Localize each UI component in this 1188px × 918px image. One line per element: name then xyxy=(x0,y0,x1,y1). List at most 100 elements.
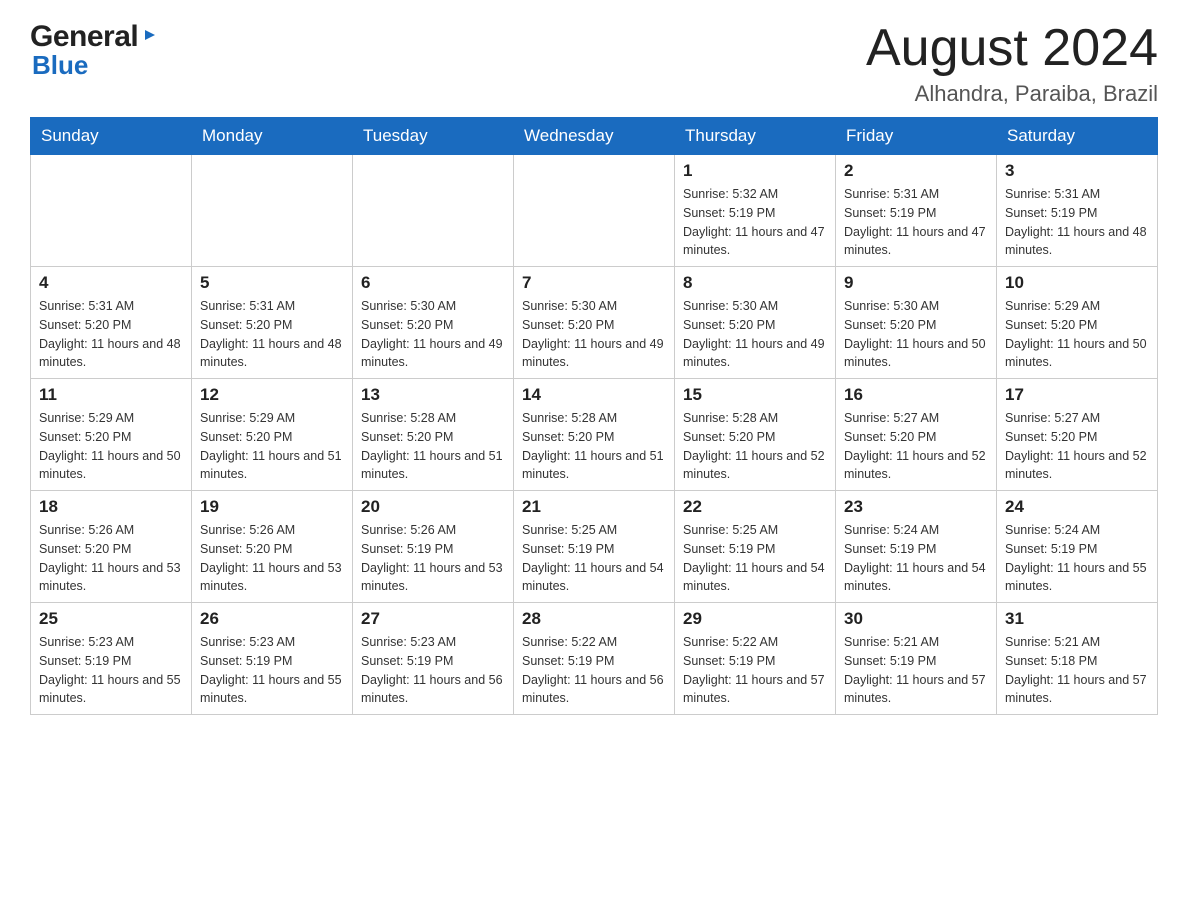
logo-arrow-icon xyxy=(141,26,159,49)
calendar-header-row: SundayMondayTuesdayWednesdayThursdayFrid… xyxy=(31,118,1158,155)
day-info: Sunrise: 5:25 AMSunset: 5:19 PMDaylight:… xyxy=(522,521,666,596)
calendar-cell: 3 Sunrise: 5:31 AMSunset: 5:19 PMDaylight… xyxy=(997,155,1158,267)
day-number: 20 xyxy=(361,497,505,517)
month-year-title: August 2024 xyxy=(866,20,1158,77)
calendar-cell: 13 Sunrise: 5:28 AMSunset: 5:20 PMDayligh… xyxy=(353,379,514,491)
day-number: 23 xyxy=(844,497,988,517)
day-info: Sunrise: 5:22 AMSunset: 5:19 PMDaylight:… xyxy=(683,633,827,708)
day-number: 2 xyxy=(844,161,988,181)
calendar-cell: 21 Sunrise: 5:25 AMSunset: 5:19 PMDayligh… xyxy=(514,491,675,603)
day-number: 9 xyxy=(844,273,988,293)
calendar-cell: 28Sunrise: 5:22 AMSunset: 5:19 PMDayligh… xyxy=(514,603,675,715)
day-number: 15 xyxy=(683,385,827,405)
day-info: Sunrise: 5:26 AMSunset: 5:19 PMDaylight:… xyxy=(361,521,505,596)
day-number: 13 xyxy=(361,385,505,405)
day-number: 16 xyxy=(844,385,988,405)
day-number: 4 xyxy=(39,273,183,293)
calendar-cell: 8Sunrise: 5:30 AMSunset: 5:20 PMDaylight… xyxy=(675,267,836,379)
calendar-cell: 11Sunrise: 5:29 AMSunset: 5:20 PMDayligh… xyxy=(31,379,192,491)
day-info: Sunrise: 5:26 AMSunset: 5:20 PMDaylight:… xyxy=(200,521,344,596)
day-info: Sunrise: 5:31 AMSunset: 5:19 PMDaylight:… xyxy=(1005,185,1149,260)
day-number: 12 xyxy=(200,385,344,405)
day-number: 6 xyxy=(361,273,505,293)
day-info: Sunrise: 5:29 AMSunset: 5:20 PMDaylight:… xyxy=(200,409,344,484)
day-number: 21 xyxy=(522,497,666,517)
day-number: 1 xyxy=(683,161,827,181)
logo-blue-text: Blue xyxy=(32,50,159,81)
logo: General Blue xyxy=(30,20,159,81)
day-number: 14 xyxy=(522,385,666,405)
day-number: 7 xyxy=(522,273,666,293)
calendar-cell: 19 Sunrise: 5:26 AMSunset: 5:20 PMDayligh… xyxy=(192,491,353,603)
calendar-cell: 23 Sunrise: 5:24 AMSunset: 5:19 PMDayligh… xyxy=(836,491,997,603)
day-of-week-header: Thursday xyxy=(675,118,836,155)
day-info: Sunrise: 5:31 AMSunset: 5:20 PMDaylight:… xyxy=(200,297,344,372)
day-number: 18 xyxy=(39,497,183,517)
day-info: Sunrise: 5:22 AMSunset: 5:19 PMDaylight:… xyxy=(522,633,666,708)
day-of-week-header: Sunday xyxy=(31,118,192,155)
calendar-cell: 24 Sunrise: 5:24 AMSunset: 5:19 PMDayligh… xyxy=(997,491,1158,603)
day-info: Sunrise: 5:21 AMSunset: 5:18 PMDaylight:… xyxy=(1005,633,1149,708)
title-block: August 2024 Alhandra, Paraiba, Brazil xyxy=(866,20,1158,107)
day-info: Sunrise: 5:24 AMSunset: 5:19 PMDaylight:… xyxy=(844,521,988,596)
day-info: Sunrise: 5:30 AMSunset: 5:20 PMDaylight:… xyxy=(844,297,988,372)
day-info: Sunrise: 5:28 AMSunset: 5:20 PMDaylight:… xyxy=(522,409,666,484)
calendar-cell: 10 Sunrise: 5:29 AMSunset: 5:20 PMDayligh… xyxy=(997,267,1158,379)
day-info: Sunrise: 5:24 AMSunset: 5:19 PMDaylight:… xyxy=(1005,521,1149,596)
day-number: 27 xyxy=(361,609,505,629)
day-number: 17 xyxy=(1005,385,1149,405)
location-subtitle: Alhandra, Paraiba, Brazil xyxy=(866,81,1158,107)
day-info: Sunrise: 5:25 AMSunset: 5:19 PMDaylight:… xyxy=(683,521,827,596)
day-info: Sunrise: 5:28 AMSunset: 5:20 PMDaylight:… xyxy=(361,409,505,484)
calendar-cell: 20 Sunrise: 5:26 AMSunset: 5:19 PMDayligh… xyxy=(353,491,514,603)
calendar-cell: 4 Sunrise: 5:31 AMSunset: 5:20 PMDaylight… xyxy=(31,267,192,379)
logo-general-text: General xyxy=(30,20,138,54)
calendar-week-row: 18 Sunrise: 5:26 AMSunset: 5:20 PMDayligh… xyxy=(31,491,1158,603)
calendar-cell: 22 Sunrise: 5:25 AMSunset: 5:19 PMDayligh… xyxy=(675,491,836,603)
calendar-week-row: 1 Sunrise: 5:32 AMSunset: 5:19 PMDaylight… xyxy=(31,155,1158,267)
day-number: 22 xyxy=(683,497,827,517)
day-of-week-header: Saturday xyxy=(997,118,1158,155)
calendar-cell: 30 Sunrise: 5:21 AMSunset: 5:19 PMDayligh… xyxy=(836,603,997,715)
day-number: 30 xyxy=(844,609,988,629)
calendar-cell: 14 Sunrise: 5:28 AMSunset: 5:20 PMDayligh… xyxy=(514,379,675,491)
calendar-week-row: 11Sunrise: 5:29 AMSunset: 5:20 PMDayligh… xyxy=(31,379,1158,491)
calendar-cell: 6 Sunrise: 5:30 AMSunset: 5:20 PMDaylight… xyxy=(353,267,514,379)
calendar-cell: 29Sunrise: 5:22 AMSunset: 5:19 PMDayligh… xyxy=(675,603,836,715)
day-number: 5 xyxy=(200,273,344,293)
calendar-cell: 2Sunrise: 5:31 AMSunset: 5:19 PMDaylight… xyxy=(836,155,997,267)
calendar-cell xyxy=(192,155,353,267)
calendar-cell: 17 Sunrise: 5:27 AMSunset: 5:20 PMDayligh… xyxy=(997,379,1158,491)
day-info: Sunrise: 5:31 AMSunset: 5:20 PMDaylight:… xyxy=(39,297,183,372)
day-info: Sunrise: 5:27 AMSunset: 5:20 PMDaylight:… xyxy=(844,409,988,484)
calendar-cell xyxy=(353,155,514,267)
day-info: Sunrise: 5:23 AMSunset: 5:19 PMDaylight:… xyxy=(361,633,505,708)
day-number: 24 xyxy=(1005,497,1149,517)
calendar-week-row: 4 Sunrise: 5:31 AMSunset: 5:20 PMDaylight… xyxy=(31,267,1158,379)
day-of-week-header: Tuesday xyxy=(353,118,514,155)
calendar-cell: 5 Sunrise: 5:31 AMSunset: 5:20 PMDaylight… xyxy=(192,267,353,379)
calendar-cell: 9 Sunrise: 5:30 AMSunset: 5:20 PMDaylight… xyxy=(836,267,997,379)
calendar-cell: 7Sunrise: 5:30 AMSunset: 5:20 PMDaylight… xyxy=(514,267,675,379)
calendar-cell xyxy=(31,155,192,267)
day-info: Sunrise: 5:32 AMSunset: 5:19 PMDaylight:… xyxy=(683,185,827,260)
calendar-week-row: 25 Sunrise: 5:23 AMSunset: 5:19 PMDayligh… xyxy=(31,603,1158,715)
day-info: Sunrise: 5:27 AMSunset: 5:20 PMDaylight:… xyxy=(1005,409,1149,484)
day-number: 3 xyxy=(1005,161,1149,181)
day-number: 8 xyxy=(683,273,827,293)
day-number: 10 xyxy=(1005,273,1149,293)
day-number: 19 xyxy=(200,497,344,517)
day-number: 25 xyxy=(39,609,183,629)
calendar-cell xyxy=(514,155,675,267)
day-of-week-header: Wednesday xyxy=(514,118,675,155)
day-info: Sunrise: 5:23 AMSunset: 5:19 PMDaylight:… xyxy=(39,633,183,708)
day-info: Sunrise: 5:30 AMSunset: 5:20 PMDaylight:… xyxy=(361,297,505,372)
calendar-cell: 15Sunrise: 5:28 AMSunset: 5:20 PMDayligh… xyxy=(675,379,836,491)
calendar-cell: 1 Sunrise: 5:32 AMSunset: 5:19 PMDaylight… xyxy=(675,155,836,267)
day-info: Sunrise: 5:23 AMSunset: 5:19 PMDaylight:… xyxy=(200,633,344,708)
day-info: Sunrise: 5:21 AMSunset: 5:19 PMDaylight:… xyxy=(844,633,988,708)
calendar-cell: 12 Sunrise: 5:29 AMSunset: 5:20 PMDayligh… xyxy=(192,379,353,491)
calendar-cell: 18Sunrise: 5:26 AMSunset: 5:20 PMDayligh… xyxy=(31,491,192,603)
day-of-week-header: Monday xyxy=(192,118,353,155)
day-info: Sunrise: 5:29 AMSunset: 5:20 PMDaylight:… xyxy=(1005,297,1149,372)
